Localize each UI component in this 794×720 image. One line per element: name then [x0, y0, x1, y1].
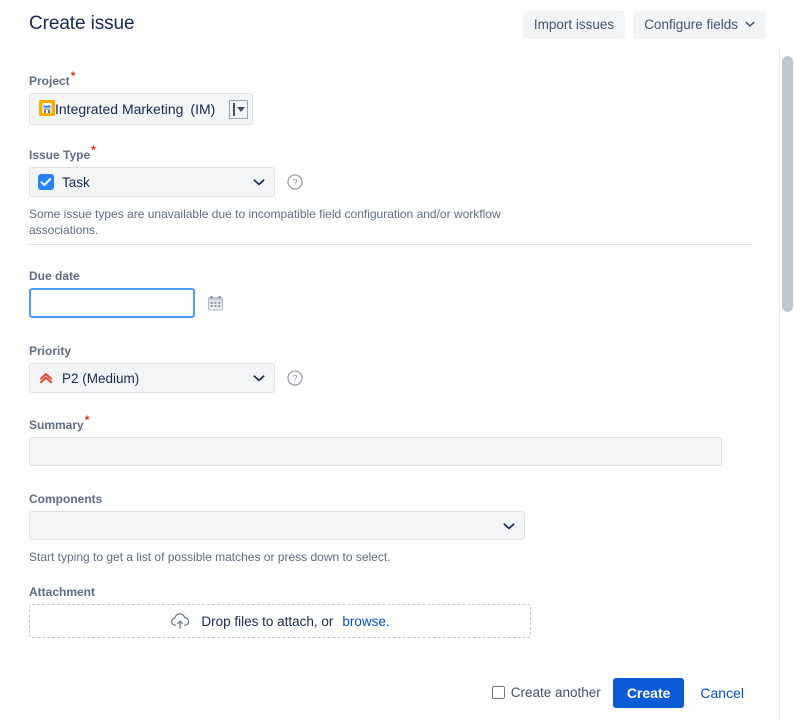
svg-text:?: ?	[292, 374, 297, 384]
priority-medium-icon	[38, 370, 54, 386]
checkbox-box-icon	[491, 686, 505, 699]
attachment-drop-text: Drop files to attach, or	[201, 613, 334, 629]
cancel-button[interactable]: Cancel	[690, 677, 754, 709]
vertical-scrollbar[interactable]	[779, 48, 794, 720]
field-due-date: Due date	[29, 269, 329, 318]
field-attachment: Attachment Drop files to attach, or brow…	[29, 585, 531, 638]
field-priority: Priority P2 (Medium) ?	[29, 344, 429, 393]
field-issue-type: Issue Type* Task ? Some issue types are …	[29, 143, 509, 238]
configure-fields-button[interactable]: Configure fields	[633, 11, 766, 39]
import-issues-label: Import issues	[533, 17, 615, 32]
svg-text:?: ?	[292, 178, 297, 188]
project-dropdown-arrow-icon[interactable]	[229, 99, 249, 119]
project-label: Project*	[29, 69, 76, 88]
chevron-down-icon	[252, 175, 266, 189]
cloud-upload-icon	[170, 612, 192, 630]
issue-type-label: Issue Type*	[29, 143, 96, 162]
dialog-header: Create issue Import issues Configure fie…	[0, 0, 776, 52]
field-summary: Summary*	[29, 413, 722, 466]
project-avatar-icon	[39, 99, 55, 119]
chevron-down-icon	[745, 19, 755, 29]
summary-label: Summary*	[29, 413, 90, 432]
page-title: Create issue	[29, 13, 135, 34]
issue-type-value: Task	[62, 174, 90, 190]
dialog-footer: Create another Create Cancel	[0, 665, 776, 720]
calendar-icon[interactable]	[207, 295, 224, 312]
project-value: Integrated Marketing	[55, 101, 184, 117]
project-key: (IM)	[190, 101, 216, 117]
create-button[interactable]: Create	[612, 677, 685, 708]
create-another-checkbox[interactable]: Create another	[491, 685, 601, 700]
priority-value: P2 (Medium)	[62, 370, 140, 386]
import-issues-button[interactable]: Import issues	[522, 11, 626, 39]
attachment-label: Attachment	[29, 585, 96, 599]
due-date-label: Due date	[29, 269, 80, 283]
attachment-browse-link[interactable]: browse.	[342, 614, 389, 629]
task-check-icon	[38, 174, 54, 190]
create-issue-dialog: Create issue Import issues Configure fie…	[0, 0, 794, 720]
section-divider	[29, 244, 752, 245]
chevron-down-icon	[252, 371, 266, 385]
scrollbar-thumb[interactable]	[782, 56, 793, 312]
priority-select[interactable]: P2 (Medium)	[29, 363, 275, 393]
priority-help-icon[interactable]: ?	[287, 370, 303, 386]
priority-label: Priority	[29, 344, 72, 358]
components-label: Components	[29, 492, 103, 506]
chevron-down-icon	[502, 519, 516, 533]
summary-input[interactable]	[29, 437, 722, 466]
field-components: Components Start typing to get a list of…	[29, 492, 525, 565]
issue-type-help-icon[interactable]: ?	[287, 174, 303, 190]
header-actions: Import issues Configure fields	[522, 11, 766, 39]
due-date-input[interactable]	[29, 288, 195, 318]
required-asterisk: *	[91, 143, 96, 157]
attachment-dropzone[interactable]: Drop files to attach, or browse.	[29, 604, 531, 638]
components-description: Start typing to get a list of possible m…	[29, 550, 391, 564]
issue-type-description: Some issue types are unavailable due to …	[29, 207, 501, 237]
configure-fields-label: Configure fields	[644, 17, 738, 32]
required-asterisk: *	[84, 413, 90, 427]
create-another-label: Create another	[510, 685, 601, 700]
issue-type-select[interactable]: Task	[29, 167, 275, 197]
field-project: Project* Integrated Marketing (IM)	[29, 69, 429, 125]
components-select[interactable]	[29, 511, 525, 540]
project-select[interactable]: Integrated Marketing (IM)	[29, 93, 254, 125]
required-asterisk: *	[70, 69, 76, 83]
